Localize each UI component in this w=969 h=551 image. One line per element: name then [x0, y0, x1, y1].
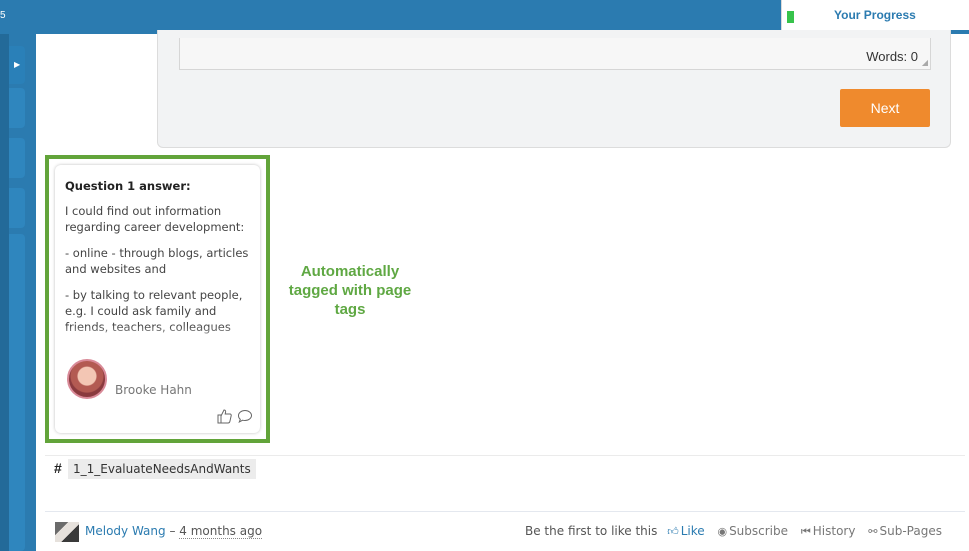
left-sidebar: ▶ [0, 34, 36, 551]
thumbs-up-icon: 👍︎ [667, 525, 679, 538]
subscribe-label: Subscribe [729, 524, 789, 538]
page-tag[interactable]: 1_1_EvaluateNeedsAndWants [68, 459, 256, 479]
answer-textarea[interactable]: Words: 0 ◢ [179, 38, 931, 70]
sidebar-tab[interactable] [9, 138, 25, 178]
subscribe-icon: ◉ [717, 525, 728, 538]
answer-author[interactable]: Brooke Hahn [115, 383, 192, 397]
answer-card[interactable]: Question 1 answer: I could find out info… [55, 165, 260, 433]
hash-icon: # [54, 460, 62, 476]
progress-indicator [787, 11, 794, 23]
avatar[interactable] [67, 359, 107, 399]
question-form-card: Words: 0 ◢ Next [157, 30, 951, 148]
next-button[interactable]: Next [840, 89, 930, 127]
answer-card-highlight: Question 1 answer: I could find out info… [45, 155, 270, 443]
page-timestamp[interactable]: 4 months ago [179, 524, 263, 539]
answer-paragraph: - online - through blogs, articles and w… [65, 246, 249, 276]
like-button[interactable]: 👍︎ Like [667, 524, 704, 538]
page-author-link[interactable]: Melody Wang [85, 524, 166, 538]
comment-icon[interactable] [237, 409, 253, 424]
subpages-label: Sub-Pages [879, 524, 942, 538]
sidebar-tab[interactable] [9, 234, 25, 551]
page-actions: Be the first to like this 👍︎ Like ◉ Subscr… [525, 524, 942, 539]
answer-paragraph: I could find out information regarding c… [65, 204, 245, 234]
text-fade [55, 325, 260, 349]
history-label: History [812, 524, 856, 538]
author-separator: – [169, 524, 176, 538]
thumbs-up-icon[interactable] [216, 408, 232, 424]
answer-title: Question 1 answer: [65, 179, 191, 193]
history-button[interactable]: ⏮ History [801, 524, 856, 539]
history-icon: ⏮ [800, 525, 811, 538]
sidebar-strip [0, 34, 9, 551]
tagging-annotation: Automatically tagged with page tags [288, 263, 412, 318]
like-prompt: Be the first to like this [525, 524, 658, 538]
subpages-button[interactable]: ⚯ Sub-Pages [868, 524, 942, 538]
expand-caret-icon: ▶ [14, 60, 21, 69]
your-progress-tab[interactable]: Your Progress [781, 0, 969, 30]
page-author-line: Melody Wang – 4 months ago [85, 524, 263, 539]
sidebar-tab[interactable] [9, 88, 25, 128]
word-count: Words: 0 [866, 49, 918, 64]
sidebar-tab[interactable] [9, 188, 25, 228]
resize-grip-icon[interactable]: ◢ [922, 58, 928, 67]
top-bar: 5 Your Progress [0, 0, 969, 34]
divider [45, 511, 965, 512]
like-label: Like [680, 524, 705, 538]
your-progress-label: Your Progress [834, 8, 916, 22]
author-avatar[interactable] [55, 522, 79, 542]
subscribe-button[interactable]: ◉ Subscribe [717, 524, 788, 538]
divider [45, 455, 965, 456]
top-bar-corner-glyph: 5 [0, 10, 6, 21]
sitemap-icon: ⚯ [868, 525, 878, 538]
